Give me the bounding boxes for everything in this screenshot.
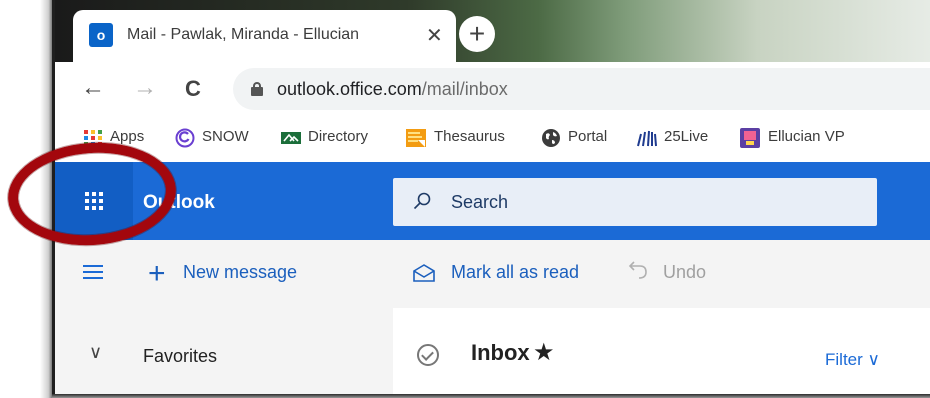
tab-close-icon[interactable]: ✕: [426, 23, 443, 48]
snow-icon: [175, 128, 195, 148]
bookmark-ellucian[interactable]: Ellucian VP: [768, 128, 845, 145]
url-path: /mail/inbox: [421, 79, 508, 99]
bookmark-thesaurus[interactable]: Thesaurus: [434, 128, 505, 145]
25live-icon: [637, 130, 657, 147]
apps-grid-icon: [84, 130, 102, 146]
bookmark-25live[interactable]: 25Live: [664, 128, 708, 145]
bookmark-apps[interactable]: Apps: [110, 128, 144, 145]
app-launcher-button[interactable]: [55, 162, 133, 240]
url-host: outlook.office.com: [277, 79, 422, 99]
new-tab-button[interactable]: +: [459, 16, 495, 52]
page-bottom-shadow: [52, 394, 930, 398]
message-list-header: Inbox ★ Filter ∨: [393, 308, 930, 395]
mark-all-read-button[interactable]: Mark all as read: [451, 262, 579, 283]
address-url: outlook.office.com/mail/inbox: [277, 79, 508, 100]
reload-icon[interactable]: C: [185, 76, 201, 102]
browser-window: o Mail - Pawlak, Miranda - Ellucian ✕ + …: [52, 0, 930, 395]
folder-title: Inbox: [471, 340, 530, 365]
waffle-icon: [85, 192, 103, 210]
outlook-brand[interactable]: Outlook: [143, 192, 215, 214]
filter-dropdown[interactable]: Filter ∨: [825, 350, 880, 370]
thesaurus-icon: [406, 129, 426, 147]
favorites-header[interactable]: Favorites: [143, 346, 217, 367]
select-all-checkbox[interactable]: [417, 344, 439, 366]
globe-icon: [542, 129, 560, 147]
back-arrow-icon[interactable]: ←: [81, 74, 105, 102]
browser-toolbar: ← → C outlook.office.com/mail/inbox: [55, 62, 930, 116]
tab-strip: o Mail - Pawlak, Miranda - Ellucian ✕ +: [55, 0, 930, 62]
lock-icon[interactable]: [251, 82, 263, 96]
bookmark-snow[interactable]: SNOW: [202, 128, 249, 145]
undo-button[interactable]: Undo: [663, 262, 706, 283]
command-bar: + New message Mark all as read Undo: [55, 240, 930, 308]
new-message-button[interactable]: New message: [183, 262, 297, 283]
search-placeholder: Search: [451, 192, 509, 212]
directory-icon: [281, 132, 301, 144]
search-input[interactable]: Search: [393, 178, 877, 226]
plus-icon: +: [148, 257, 166, 290]
outlook-favicon-icon: o: [89, 23, 120, 47]
undo-icon: [628, 261, 647, 279]
chevron-down-icon[interactable]: ∨: [89, 342, 102, 363]
bookmark-portal[interactable]: Portal: [568, 128, 607, 145]
bookmarks-bar: Apps SNOW Directory Thesaurus Portal 25L…: [55, 116, 930, 162]
search-icon: [413, 192, 431, 210]
outlook-header: Outlook Search: [55, 162, 930, 240]
address-bar[interactable]: outlook.office.com/mail/inbox: [233, 68, 930, 110]
tab-title: Mail - Pawlak, Miranda - Ellucian: [127, 26, 395, 44]
ellucian-icon: [740, 128, 760, 148]
browser-tab-mail[interactable]: o Mail - Pawlak, Miranda - Ellucian ✕: [73, 10, 456, 62]
star-icon[interactable]: ★: [533, 338, 555, 367]
page-edge-shadow: [40, 0, 52, 398]
hamburger-menu-icon[interactable]: [83, 265, 103, 279]
envelope-open-icon: [413, 264, 435, 282]
folder-pane: ∨ Favorites: [55, 308, 393, 395]
bookmark-directory[interactable]: Directory: [308, 128, 368, 145]
forward-arrow-icon[interactable]: →: [133, 74, 157, 102]
